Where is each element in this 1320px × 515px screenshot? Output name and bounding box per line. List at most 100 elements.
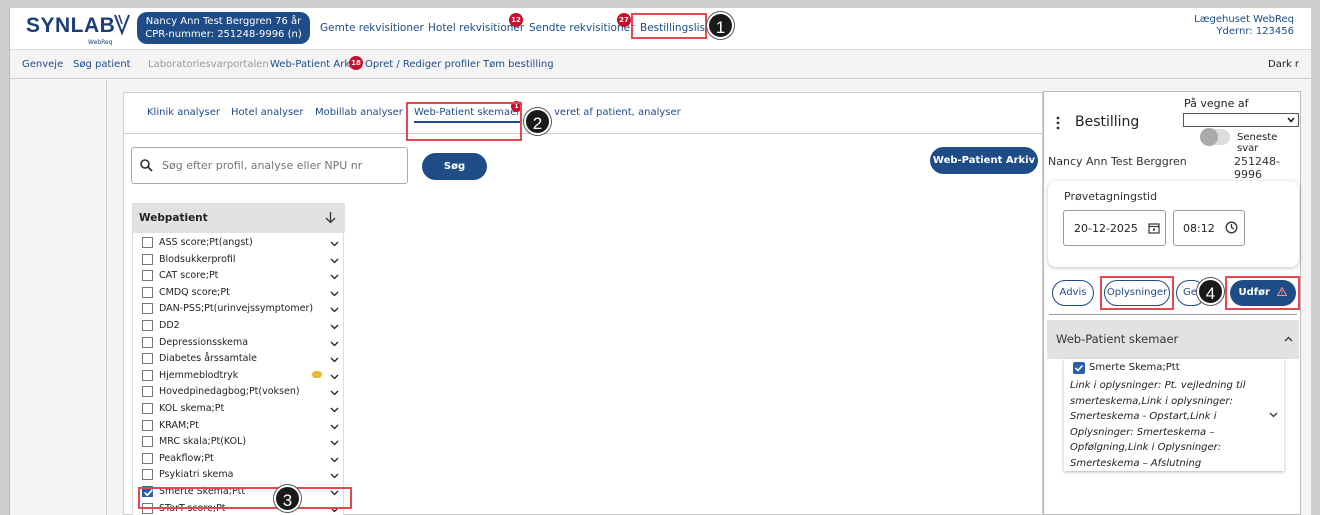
list-item[interactable]: Diabetes årssamtale bbox=[133, 351, 345, 368]
list-item-checkbox[interactable] bbox=[142, 286, 153, 298]
selected-item-label: Smerte Skema;Ptt bbox=[1089, 362, 1180, 373]
list-item-label: KOL skema;Pt bbox=[159, 403, 225, 414]
chevron-down-icon[interactable] bbox=[330, 390, 339, 396]
list-item-label: Hovedpinedagbog;Pt(voksen) bbox=[159, 386, 300, 398]
list-item[interactable]: KOL skema;Pt bbox=[133, 401, 345, 418]
synlab-mark-icon bbox=[114, 14, 130, 35]
search-field[interactable] bbox=[131, 147, 408, 184]
order-panel: Bestilling På vegne af Seneste svar Nanc… bbox=[1043, 91, 1301, 515]
toggle-knob bbox=[1200, 128, 1218, 146]
list-item[interactable]: Depressionsskema bbox=[133, 335, 345, 352]
selected-checkbox[interactable] bbox=[1073, 362, 1085, 374]
chevron-down-icon[interactable] bbox=[330, 357, 339, 363]
search-button[interactable]: Søg bbox=[422, 153, 487, 180]
list-item-checkbox[interactable] bbox=[142, 353, 153, 365]
list-header: Webpatient bbox=[133, 204, 345, 233]
clock-icon[interactable] bbox=[1225, 221, 1238, 234]
list-item[interactable]: ASS score;Pt(angst) bbox=[133, 235, 345, 252]
search-input[interactable] bbox=[160, 158, 400, 173]
sub-navigation-bar: Genveje Søg patient Laboratoriesvarporta… bbox=[10, 51, 1311, 79]
webpatient-list: Webpatient ASS score;Pt(angst) Blodsukker… bbox=[132, 203, 345, 515]
chevron-down-icon[interactable] bbox=[330, 291, 339, 297]
sort-arrow-icon[interactable] bbox=[325, 211, 336, 224]
chevron-down-icon[interactable] bbox=[330, 258, 339, 264]
list-item[interactable]: DD2 bbox=[133, 318, 345, 335]
list-item-checkbox[interactable] bbox=[142, 469, 153, 481]
list-item[interactable]: Psykiatri skema bbox=[133, 467, 345, 484]
date-field[interactable]: 20-12-2025 bbox=[1063, 210, 1166, 246]
chevron-down-icon[interactable] bbox=[330, 341, 339, 347]
dark-mode-toggle[interactable]: Dark r bbox=[1268, 59, 1299, 70]
list-item-checkbox[interactable] bbox=[142, 303, 153, 315]
list-item-checkbox[interactable] bbox=[142, 237, 153, 248]
subnav-web-patient-arkiv[interactable]: Web-Patient Arkiv bbox=[270, 59, 359, 70]
web-patient-skemaer-section[interactable]: Web-Patient skemaer bbox=[1047, 320, 1299, 359]
synlab-logo: SYNLAB bbox=[26, 14, 115, 38]
list-item[interactable]: Blodsukkerprofil bbox=[133, 252, 345, 269]
order-title: Bestilling bbox=[1075, 114, 1140, 130]
list-item-checkbox[interactable] bbox=[142, 452, 153, 464]
list-item[interactable]: Hovedpinedagbog;Pt(voksen) bbox=[133, 384, 345, 401]
list-item-checkbox[interactable] bbox=[142, 320, 153, 331]
list-item-checkbox[interactable] bbox=[142, 369, 153, 381]
chevron-down-icon[interactable] bbox=[330, 324, 339, 330]
list-item-checkbox[interactable] bbox=[142, 270, 153, 282]
subnav-toem-bestilling[interactable]: Tøm bestilling bbox=[483, 59, 554, 70]
list-item[interactable]: Hjemmeblodtryk bbox=[133, 368, 345, 385]
chevron-down-icon[interactable] bbox=[330, 473, 339, 479]
chevron-down-icon[interactable] bbox=[1269, 412, 1278, 418]
time-field[interactable]: 08:12 bbox=[1173, 210, 1245, 246]
chevron-down-icon[interactable] bbox=[330, 241, 339, 247]
chevron-down-icon[interactable] bbox=[330, 274, 339, 280]
subnav-opret-rediger-profiler[interactable]: Opret / Rediger profiler bbox=[365, 59, 480, 70]
latest-answers-label: Seneste svar bbox=[1237, 132, 1278, 154]
tab-klinik-analyser[interactable]: Klinik analyser bbox=[147, 107, 220, 118]
chevron-down-icon[interactable] bbox=[330, 374, 339, 380]
step-marker-1: 1 bbox=[707, 12, 734, 39]
list-item-checkbox[interactable] bbox=[142, 253, 153, 265]
nav-gemte-rekvisitioner[interactable]: Gemte rekvisitioner bbox=[320, 22, 424, 34]
tab-besvaret-af-patient[interactable]: veret af patient, analyser bbox=[554, 107, 681, 118]
advis-button[interactable]: Advis bbox=[1052, 280, 1094, 306]
list-item-checkbox[interactable] bbox=[142, 336, 153, 348]
list-item-label: Depressionsskema bbox=[159, 336, 249, 348]
web-patient-arkiv-button[interactable]: Web-Patient Arkiv bbox=[930, 147, 1038, 174]
list-item-checkbox[interactable] bbox=[142, 403, 153, 414]
kebab-menu-icon[interactable] bbox=[1056, 116, 1060, 130]
list-item[interactable]: DAN-PSS;Pt(urinvejssymptomer) bbox=[133, 301, 345, 318]
tab-mobillab-analyser[interactable]: Mobillab analyser bbox=[315, 107, 403, 118]
top-bar: SYNLAB WebReq Nancy Ann Test Berggren 76… bbox=[10, 8, 1311, 50]
list-item-label: DD2 bbox=[159, 320, 180, 331]
app-window: SYNLAB WebReq Nancy Ann Test Berggren 76… bbox=[9, 8, 1311, 515]
list-item-label: Psykiatri skema bbox=[159, 469, 234, 481]
subnav-laboratoriesvarportalen[interactable]: Laboratoriesvarportalen bbox=[148, 59, 269, 70]
patient-info-pill[interactable]: Nancy Ann Test Berggren 76 år CPR-nummer… bbox=[137, 12, 310, 44]
highlight-box-udfor bbox=[1225, 276, 1300, 310]
list-item-label: KRAM;Pt bbox=[159, 419, 199, 431]
list-item-checkbox[interactable] bbox=[142, 419, 153, 431]
chevron-down-icon[interactable] bbox=[330, 457, 339, 463]
chevron-down-icon[interactable] bbox=[330, 407, 339, 413]
tab-hotel-analyser[interactable]: Hotel analyser bbox=[231, 107, 303, 118]
latest-answers-toggle[interactable] bbox=[1200, 128, 1230, 146]
subnav-soeg-patient[interactable]: Søg patient bbox=[73, 59, 131, 70]
patient-name: Nancy Ann Test Berggren 76 år bbox=[145, 16, 302, 27]
comment-icon[interactable] bbox=[312, 370, 322, 378]
chevron-down-icon[interactable] bbox=[330, 424, 339, 430]
calendar-icon[interactable] bbox=[1148, 222, 1160, 234]
subnav-genveje[interactable]: Genveje bbox=[22, 59, 63, 70]
on-behalf-select[interactable] bbox=[1183, 113, 1299, 127]
chevron-up-icon[interactable] bbox=[1284, 336, 1293, 342]
list-item-checkbox[interactable] bbox=[142, 386, 153, 398]
list-item-checkbox[interactable] bbox=[142, 436, 153, 448]
chevron-down-icon[interactable] bbox=[330, 440, 339, 446]
logo-text: SYNLAB bbox=[26, 14, 116, 37]
list-item[interactable]: MRC skala;Pt(KOL) bbox=[133, 434, 345, 451]
list-item[interactable]: CMDQ score;Pt bbox=[133, 285, 345, 302]
list-item[interactable]: KRAM;Pt bbox=[133, 418, 345, 435]
list-item[interactable]: CAT score;Pt bbox=[133, 268, 345, 285]
clinic-name: Lægehuset WebReq bbox=[1194, 14, 1294, 25]
chevron-down-icon[interactable] bbox=[330, 307, 339, 313]
patient-cpr: CPR-nummer: 251248-9996 (n) bbox=[145, 29, 302, 40]
list-item[interactable]: Peakflow;Pt bbox=[133, 451, 345, 468]
